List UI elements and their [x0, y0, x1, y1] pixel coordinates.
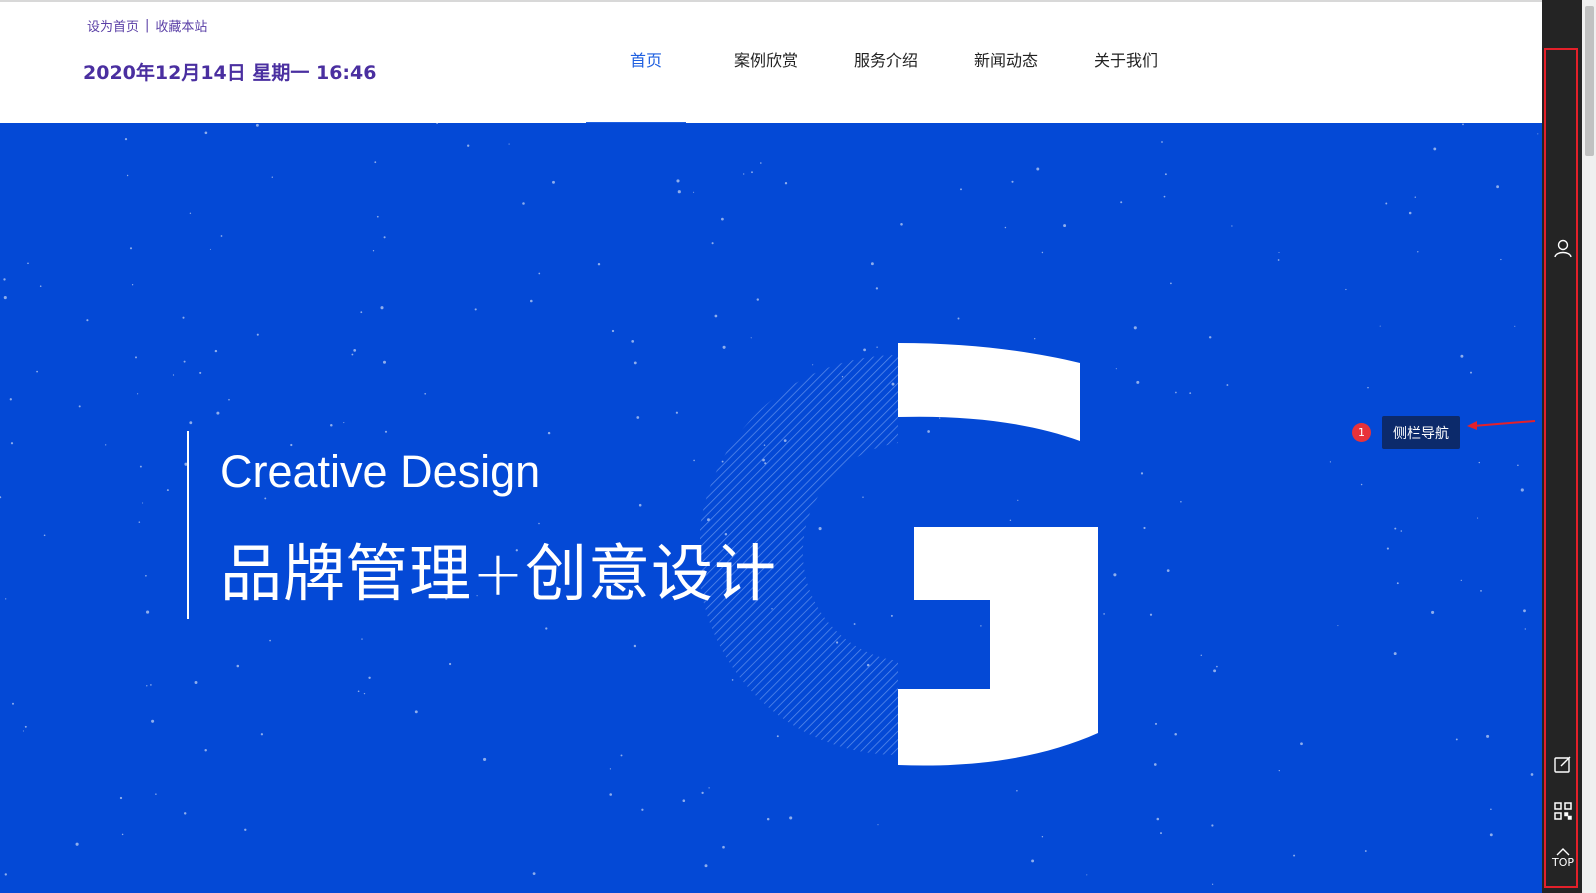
hero-divider-line — [187, 431, 189, 619]
annotation-label: 侧栏导航 — [1382, 416, 1460, 449]
nav-item-cases[interactable]: 案例欣赏 — [706, 2, 826, 125]
hero-title-en: Creative Design — [220, 446, 541, 497]
set-home-link[interactable]: 设为首页 — [87, 16, 139, 35]
edit-icon[interactable] — [1550, 751, 1576, 777]
nav-item-about[interactable]: 关于我们 — [1066, 2, 1186, 125]
back-to-top-button[interactable]: TOP — [1550, 843, 1576, 873]
nav-item-news[interactable]: 新闻动态 — [946, 2, 1066, 125]
annotation-arrow-icon — [1467, 420, 1536, 430]
nav-item-services[interactable]: 服务介绍 — [826, 2, 946, 125]
top-label: TOP — [1551, 855, 1574, 869]
qrcode-icon[interactable] — [1550, 798, 1576, 824]
bookmark-link[interactable]: 收藏本站 — [155, 16, 207, 35]
scrollbar-thumb[interactable] — [1585, 6, 1594, 156]
top-links: 设为首页 | 收藏本站 — [87, 16, 207, 35]
site-header: 设为首页 | 收藏本站 2020年12月14日 星期一 16:46 首页 案例欣… — [0, 0, 1542, 125]
link-separator: | — [145, 18, 150, 33]
main-nav: 首页 案例欣赏 服务介绍 新闻动态 关于我们 — [586, 2, 1186, 125]
nav-item-home[interactable]: 首页 — [586, 2, 706, 125]
annotation-badge: 1 — [1352, 423, 1371, 442]
user-icon[interactable] — [1550, 235, 1576, 261]
current-datetime: 2020年12月14日 星期一 16:46 — [83, 62, 377, 84]
hero-title-cn: 品牌管理+创意设计 — [220, 537, 777, 610]
chevron-up-icon — [1556, 847, 1570, 855]
hero-banner: Creative Design 品牌管理+创意设计 — [0, 123, 1542, 893]
